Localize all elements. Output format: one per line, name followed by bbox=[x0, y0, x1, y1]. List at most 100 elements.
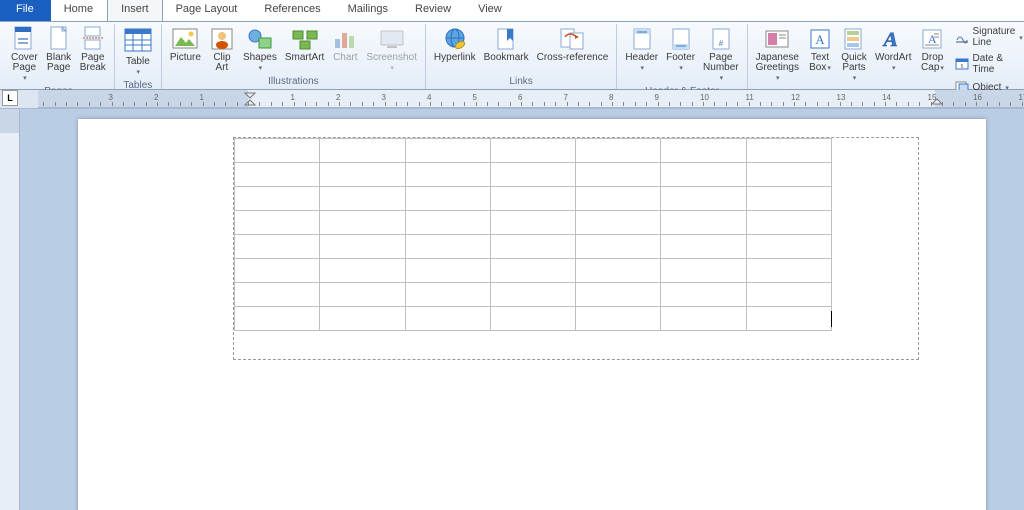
table-cell[interactable] bbox=[576, 307, 661, 331]
page-number-button[interactable]: # Page Number bbox=[699, 24, 743, 86]
table-cell[interactable] bbox=[405, 211, 490, 235]
vertical-ruler[interactable] bbox=[0, 109, 20, 510]
table-cell[interactable] bbox=[490, 163, 575, 187]
page-break-button[interactable]: Page Break bbox=[76, 24, 110, 75]
table-cell[interactable] bbox=[235, 259, 320, 283]
table-cell[interactable] bbox=[490, 211, 575, 235]
table-cell[interactable] bbox=[661, 211, 746, 235]
inserted-table[interactable] bbox=[234, 138, 832, 331]
table-cell[interactable] bbox=[235, 187, 320, 211]
table-button[interactable]: Table bbox=[119, 24, 157, 80]
table-cell[interactable] bbox=[405, 163, 490, 187]
table-cell[interactable] bbox=[746, 235, 831, 259]
table-cell[interactable] bbox=[576, 163, 661, 187]
table-cell[interactable] bbox=[405, 259, 490, 283]
cover-page-button[interactable]: Cover Page bbox=[7, 24, 42, 86]
table-cell[interactable] bbox=[661, 283, 746, 307]
tab-stop-selector[interactable]: L bbox=[2, 90, 18, 106]
horizontal-ruler[interactable]: 3211234567891011121314151617 bbox=[38, 90, 1024, 108]
table-cell[interactable] bbox=[490, 139, 575, 163]
table-cell[interactable] bbox=[661, 187, 746, 211]
table-cell[interactable] bbox=[746, 163, 831, 187]
table-cell[interactable] bbox=[576, 187, 661, 211]
table-cell[interactable] bbox=[320, 139, 405, 163]
tab-file[interactable]: File bbox=[0, 0, 51, 21]
table-cell[interactable] bbox=[405, 307, 490, 331]
table-row[interactable] bbox=[235, 211, 832, 235]
table-row[interactable] bbox=[235, 307, 832, 331]
cross-reference-button[interactable]: Cross-reference bbox=[533, 24, 613, 65]
table-cell[interactable] bbox=[235, 283, 320, 307]
table-cell[interactable] bbox=[320, 163, 405, 187]
table-cell[interactable] bbox=[405, 235, 490, 259]
table-cell[interactable] bbox=[490, 283, 575, 307]
table-cell[interactable] bbox=[746, 139, 831, 163]
wordart-button[interactable]: A WordArt bbox=[871, 24, 916, 76]
tab-view[interactable]: View bbox=[465, 0, 516, 21]
document-page[interactable] bbox=[78, 119, 986, 510]
tab-review[interactable]: Review bbox=[402, 0, 465, 21]
footer-button[interactable]: Footer bbox=[662, 24, 699, 76]
table-row[interactable] bbox=[235, 259, 832, 283]
table-row[interactable] bbox=[235, 139, 832, 163]
table-row[interactable] bbox=[235, 187, 832, 211]
table-cell[interactable] bbox=[235, 211, 320, 235]
indent-marker-left-icon[interactable] bbox=[244, 92, 256, 106]
table-cell[interactable] bbox=[235, 307, 320, 331]
table-cell[interactable] bbox=[490, 259, 575, 283]
signature-line-button[interactable]: Signature Line bbox=[951, 24, 1024, 50]
blank-page-button[interactable]: Blank Page bbox=[42, 24, 76, 75]
table-cell[interactable] bbox=[405, 187, 490, 211]
table-cell[interactable] bbox=[661, 235, 746, 259]
table-cell[interactable] bbox=[320, 235, 405, 259]
table-cell[interactable] bbox=[320, 259, 405, 283]
table-cell[interactable] bbox=[320, 283, 405, 307]
table-cell[interactable] bbox=[405, 139, 490, 163]
table-cell[interactable] bbox=[576, 139, 661, 163]
table-cell[interactable] bbox=[661, 139, 746, 163]
table-cell[interactable] bbox=[490, 187, 575, 211]
document-scroll-area[interactable] bbox=[20, 109, 1024, 510]
tab-references[interactable]: References bbox=[251, 0, 334, 21]
table-cell[interactable] bbox=[746, 187, 831, 211]
table-cell[interactable] bbox=[576, 259, 661, 283]
japanese-greetings-button[interactable]: Japanese Greetings bbox=[752, 24, 803, 86]
table-cell[interactable] bbox=[320, 307, 405, 331]
tab-mailings[interactable]: Mailings bbox=[335, 0, 402, 21]
clip-art-button[interactable]: Clip Art bbox=[205, 24, 239, 75]
screenshot-button[interactable]: Screenshot bbox=[362, 24, 421, 76]
table-cell[interactable] bbox=[746, 307, 831, 331]
drop-cap-button[interactable]: A Drop Cap bbox=[915, 24, 949, 76]
table-cell[interactable] bbox=[576, 211, 661, 235]
hyperlink-button[interactable]: Hyperlink bbox=[430, 24, 480, 65]
smartart-button[interactable]: SmartArt bbox=[281, 24, 328, 65]
table-cell[interactable] bbox=[746, 211, 831, 235]
shapes-button[interactable]: Shapes bbox=[239, 24, 281, 76]
text-box-button[interactable]: A Text Box bbox=[803, 24, 837, 76]
tab-page-layout[interactable]: Page Layout bbox=[163, 0, 252, 21]
table-cell[interactable] bbox=[235, 139, 320, 163]
table-cell[interactable] bbox=[320, 187, 405, 211]
table-cell[interactable] bbox=[320, 211, 405, 235]
tab-insert[interactable]: Insert bbox=[107, 0, 163, 21]
table-cell[interactable] bbox=[490, 307, 575, 331]
table-cell[interactable] bbox=[661, 163, 746, 187]
quick-parts-button[interactable]: Quick Parts bbox=[837, 24, 871, 86]
table-cell[interactable] bbox=[405, 283, 490, 307]
date-time-button[interactable]: 5 Date & Time bbox=[951, 51, 1024, 77]
tab-home[interactable]: Home bbox=[51, 0, 107, 21]
table-cell[interactable] bbox=[490, 235, 575, 259]
table-cell[interactable] bbox=[661, 307, 746, 331]
table-row[interactable] bbox=[235, 163, 832, 187]
header-button[interactable]: Header bbox=[621, 24, 662, 76]
table-cell[interactable] bbox=[661, 259, 746, 283]
table-cell[interactable] bbox=[746, 259, 831, 283]
table-cell[interactable] bbox=[235, 235, 320, 259]
table-cell[interactable] bbox=[576, 283, 661, 307]
picture-button[interactable]: Picture bbox=[166, 24, 205, 65]
table-cell[interactable] bbox=[746, 283, 831, 307]
table-cell[interactable] bbox=[576, 235, 661, 259]
bookmark-button[interactable]: Bookmark bbox=[480, 24, 533, 65]
table-cell[interactable] bbox=[235, 163, 320, 187]
table-row[interactable] bbox=[235, 235, 832, 259]
